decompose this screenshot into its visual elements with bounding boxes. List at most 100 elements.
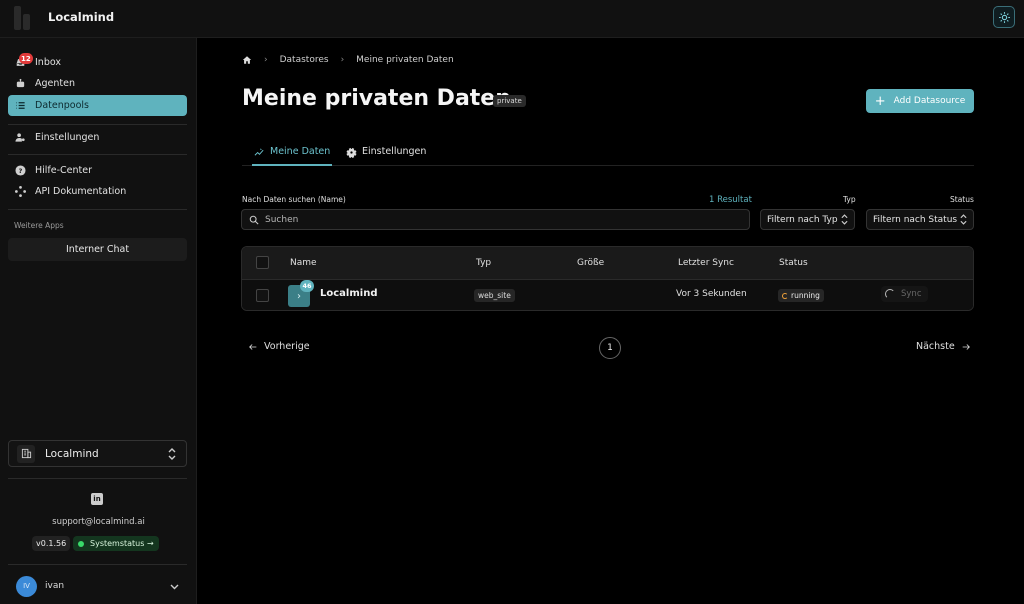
search-label: Nach Daten suchen (Name): [242, 195, 346, 204]
page-number-button[interactable]: 1: [599, 337, 621, 359]
breadcrumb-separator: ›: [340, 55, 345, 65]
table-row[interactable]: › 46 Localmind web_site Vor 3 Sekunden r…: [242, 280, 973, 310]
tab-label: Meine Daten: [270, 146, 331, 157]
arrow-left-icon: [248, 342, 258, 352]
support-email[interactable]: support@localmind.ai: [0, 517, 197, 527]
status-dot-icon: [78, 540, 84, 547]
divider: [8, 154, 187, 155]
type-filter-label: Typ: [843, 195, 856, 204]
type-filter-value: Filtern nach Typ: [767, 214, 838, 225]
breadcrumb-item-datastores[interactable]: Datastores: [280, 55, 329, 65]
tab-label: Einstellungen: [362, 146, 427, 157]
type-badge: web_site: [474, 289, 515, 302]
sidebar-item-agenten[interactable]: Agenten: [8, 73, 187, 94]
page-title: Meine privaten Daten: [242, 86, 511, 111]
user-menu[interactable]: IV ivan: [8, 574, 187, 598]
inbox-count-badge: 12: [19, 53, 33, 64]
search-input[interactable]: [265, 214, 725, 225]
status-filter-select[interactable]: Filtern nach Status: [866, 209, 974, 230]
top-bar: Localmind: [0, 0, 1024, 38]
column-header-last-sync[interactable]: Letzter Sync: [678, 258, 734, 268]
linkedin-icon[interactable]: in: [91, 493, 103, 505]
next-label: Nächste: [916, 341, 955, 352]
tab-bar: Meine Daten Einstellungen: [242, 140, 974, 166]
datasource-table: Name Typ Größe Letzter Sync Status › 46 …: [241, 246, 974, 311]
chevron-up-down-icon: [168, 448, 176, 463]
chevron-up-down-icon: [841, 214, 848, 228]
sidebar-item-label: Datenpools: [35, 100, 89, 111]
table-header: Name Typ Größe Letzter Sync Status: [242, 247, 973, 280]
datasource-name[interactable]: Localmind: [320, 288, 377, 299]
column-header-name[interactable]: Name: [290, 258, 317, 268]
spinner-icon: [782, 292, 788, 299]
column-header-size[interactable]: Größe: [577, 258, 604, 268]
add-datasource-label: Add Datasource: [893, 96, 966, 106]
sidebar-item-label: Inbox: [35, 57, 61, 68]
column-header-type[interactable]: Typ: [476, 258, 491, 268]
logo-icon: [14, 6, 34, 30]
item-count-badge: 46: [300, 280, 314, 292]
sync-button[interactable]: Sync: [881, 286, 928, 302]
list-icon: [14, 100, 26, 112]
row-checkbox[interactable]: [256, 289, 269, 302]
chart-line-icon: [254, 146, 265, 158]
column-header-status[interactable]: Status: [779, 258, 808, 268]
system-status-button[interactable]: Systemstatus →: [73, 536, 159, 551]
user-name: ivan: [45, 581, 65, 591]
organization-select[interactable]: Localmind: [8, 440, 187, 467]
app-title: Localmind: [48, 10, 115, 24]
organization-name: Localmind: [45, 447, 99, 460]
section-label: Weitere Apps: [14, 221, 64, 230]
status-filter-value: Filtern nach Status: [873, 214, 958, 225]
previous-label: Vorherige: [264, 341, 310, 352]
chevron-up-down-icon: [960, 214, 967, 228]
tab-meine-daten[interactable]: Meine Daten: [252, 146, 333, 166]
sidebar-item-label: Agenten: [35, 78, 75, 89]
tab-einstellungen[interactable]: Einstellungen: [346, 146, 426, 166]
sidebar-item-label: Einstellungen: [35, 132, 100, 143]
svg-text:?: ?: [18, 167, 22, 175]
breadcrumb-separator: ›: [264, 55, 268, 65]
arrow-right-icon: [961, 342, 971, 352]
avatar: IV: [16, 575, 37, 597]
help-icon: ?: [14, 165, 26, 177]
sidebar-item-label: API Dokumentation: [35, 186, 127, 197]
search-icon: [249, 215, 259, 225]
sidebar: Inbox 12 Agenten Datenpools Einstellunge…: [0, 38, 197, 604]
add-datasource-button[interactable]: + Add Datasource: [866, 89, 974, 113]
type-filter-select[interactable]: Filtern nach Typ: [760, 209, 855, 230]
next-page-button[interactable]: Nächste: [916, 341, 971, 352]
sidebar-item-datenpools[interactable]: Datenpools: [8, 95, 187, 116]
chevron-right-icon: ›: [297, 290, 301, 302]
result-count: 1 Resultat: [709, 195, 752, 205]
sync-label: Sync: [901, 289, 922, 299]
plus-icon: +: [874, 93, 886, 109]
status-label: running: [791, 291, 820, 300]
loading-spinner-icon: [885, 289, 895, 299]
home-icon[interactable]: [242, 55, 252, 65]
sidebar-item-api-dokumentation[interactable]: API Dokumentation: [8, 181, 187, 202]
status-badge: running: [778, 289, 824, 302]
sidebar-item-inbox[interactable]: Inbox: [8, 52, 187, 73]
last-sync-cell: Vor 3 Sekunden: [676, 289, 747, 299]
status-filter-label: Status: [950, 195, 974, 204]
divider: [8, 209, 187, 210]
theme-toggle-button[interactable]: [993, 6, 1015, 28]
divider: [8, 478, 187, 479]
search-field[interactable]: [241, 209, 750, 230]
breadcrumb: › Datastores › Meine privaten Daten: [242, 55, 454, 65]
version-badge: v0.1.56: [32, 536, 71, 551]
sidebar-item-hilfe-center[interactable]: ? Hilfe-Center: [8, 160, 187, 181]
robot-icon: [14, 78, 26, 90]
select-all-checkbox[interactable]: [256, 256, 269, 269]
previous-page-button[interactable]: Vorherige: [248, 341, 310, 352]
building-icon: [17, 444, 35, 463]
user-settings-icon: [14, 132, 26, 144]
chevron-down-icon: [170, 582, 179, 593]
sidebar-item-einstellungen[interactable]: Einstellungen: [8, 127, 187, 148]
sidebar-item-label: Hilfe-Center: [35, 165, 93, 176]
breadcrumb-item-current: Meine privaten Daten: [356, 55, 454, 65]
system-status-label: Systemstatus →: [90, 539, 154, 548]
internal-chat-button[interactable]: Interner Chat: [8, 238, 187, 261]
gear-icon: [346, 146, 357, 158]
